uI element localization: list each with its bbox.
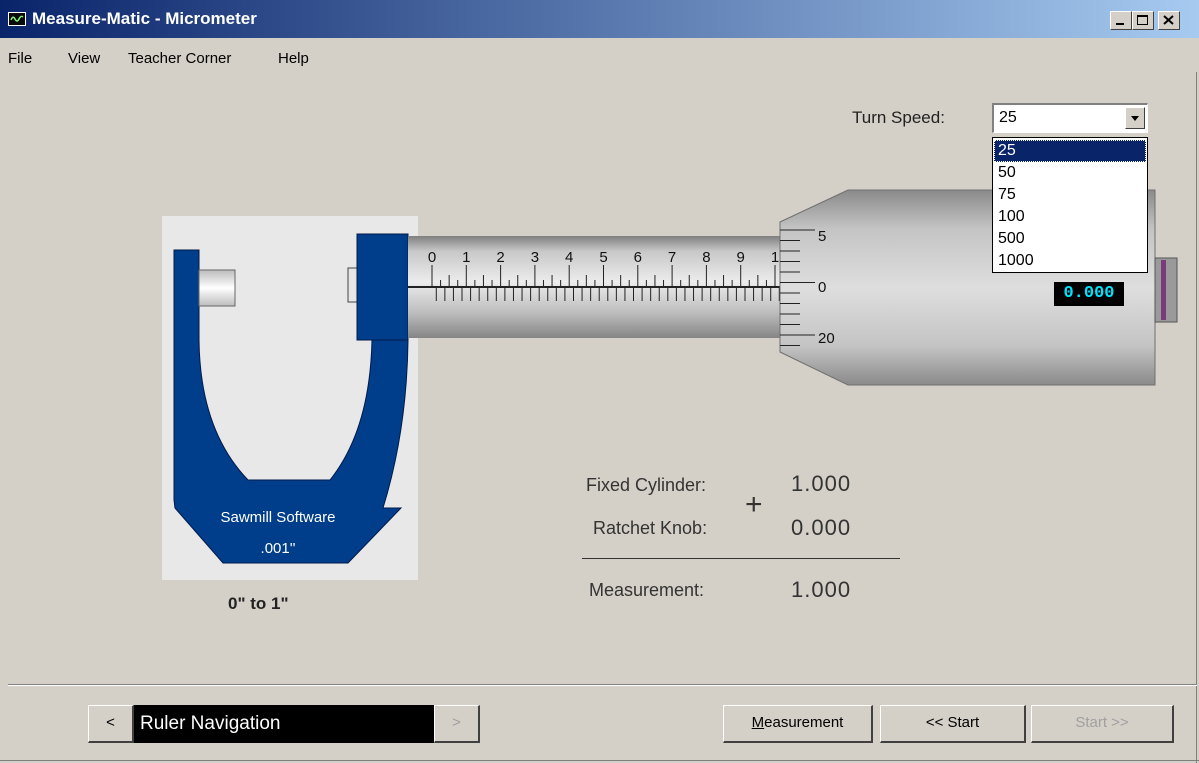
dropdown-option[interactable]: 100	[994, 206, 1146, 228]
brand-label: Sawmill Software	[220, 509, 335, 526]
turn-speed-value: 25	[999, 109, 1017, 126]
measurement-label: Measurement:	[589, 580, 705, 600]
dropdown-option[interactable]: 500	[994, 228, 1146, 250]
sleeve-number: 7	[668, 249, 676, 266]
sleeve-number: 3	[531, 249, 539, 266]
dropdown-option[interactable]: 25	[994, 140, 1146, 162]
ruler-navigation-display: Ruler Navigation	[134, 705, 434, 743]
ratchet-knob-label: Ratchet Knob:	[593, 518, 708, 538]
sleeve-number: 5	[599, 249, 607, 266]
ratchet-knob-value: 0.000	[791, 515, 852, 540]
ruler-prev-button[interactable]: <	[88, 705, 134, 743]
ratchet-knob-stripe	[1161, 260, 1166, 320]
sleeve-number: 0	[428, 249, 436, 266]
chevron-down-icon[interactable]	[1125, 107, 1145, 129]
sleeve-number: 6	[634, 249, 642, 266]
thimble-number: 20	[818, 330, 835, 347]
sleeve-number: 1	[771, 249, 779, 266]
ruler-next-button[interactable]: >	[434, 705, 480, 743]
sleeve-number: 9	[737, 249, 745, 266]
sleeve-number: 4	[565, 249, 573, 266]
resolution-label: .001''	[261, 540, 296, 557]
sleeve-number: 8	[702, 249, 710, 266]
thimble-number: 0	[818, 279, 826, 296]
anvil	[198, 269, 236, 307]
thimble-number: 5	[818, 228, 826, 245]
measurement-value: 1.000	[791, 577, 852, 602]
forward-start-button[interactable]: Start >>	[1031, 705, 1174, 743]
dropdown-option[interactable]: 1000	[994, 250, 1146, 272]
fixed-cylinder-label: Fixed Cylinder:	[586, 475, 707, 495]
range-label: 0" to 1"	[228, 594, 289, 613]
reading-display: 0.000	[1054, 282, 1124, 306]
fixed-cylinder-value: 1.000	[791, 471, 852, 496]
turn-speed-select[interactable]: 25	[992, 103, 1148, 133]
calc-divider	[582, 558, 900, 559]
dropdown-option[interactable]: 75	[994, 184, 1146, 206]
frame-block	[356, 233, 409, 341]
sleeve-number: 1	[462, 249, 470, 266]
dropdown-option[interactable]: 50	[994, 162, 1146, 184]
plus-sign: +	[745, 488, 763, 521]
measurement-button[interactable]: Measurement	[723, 705, 873, 743]
back-to-start-button[interactable]: << Start	[880, 705, 1026, 743]
turn-speed-dropdown-list: 25 50 75 100 500 1000	[992, 137, 1148, 273]
sleeve-number: 2	[496, 249, 504, 266]
turn-speed-label: Turn Speed:	[852, 108, 945, 127]
measurement-button-label: Measurement	[751, 714, 844, 731]
separator	[8, 684, 1197, 686]
